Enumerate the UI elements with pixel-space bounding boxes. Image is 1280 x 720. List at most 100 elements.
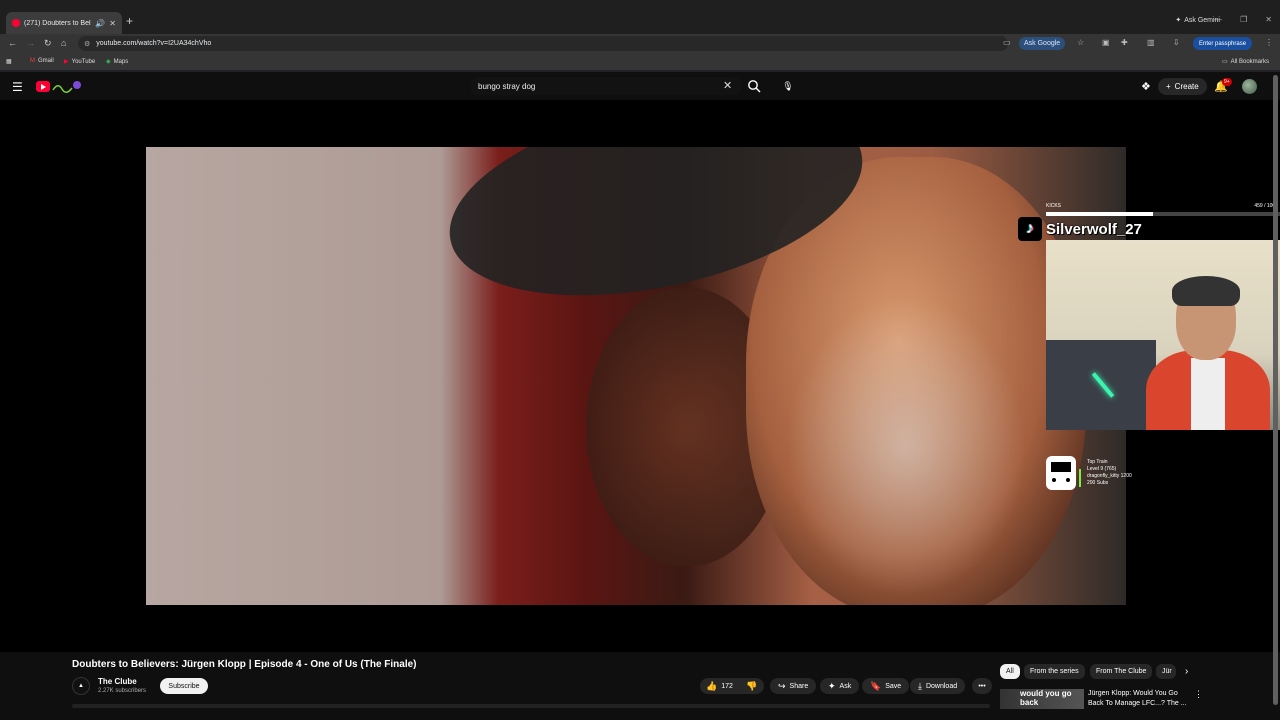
ask-google-label: Ask Google <box>1024 40 1061 47</box>
extension-icon[interactable]: ▣ <box>1102 38 1110 47</box>
chip-from-channel[interactable]: From The Clube <box>1090 664 1153 679</box>
tiktok-username: Silverwolf_27 <box>1046 220 1142 238</box>
download-label: Download <box>925 682 958 690</box>
close-window-icon[interactable]: ✕ <box>1265 15 1272 24</box>
tab-title: (271) Doubters to Believers: <box>24 19 91 27</box>
gemini-icon: ✦ <box>1175 17 1182 24</box>
browser-menu-icon[interactable]: ⋮ <box>1265 38 1273 47</box>
hype-train: Top Train Level 9 (765) dragonfly_kitty … <box>1046 456 1132 490</box>
maps-icon: ◆ <box>106 59 111 65</box>
chip-partial[interactable]: Jür <box>1156 664 1176 679</box>
train-line: 200 Subs <box>1087 480 1109 486</box>
forward-icon[interactable]: → <box>26 38 35 48</box>
all-bookmarks-label: All Bookmarks <box>1230 58 1270 65</box>
download-button[interactable]: ⤓ Download <box>910 678 966 694</box>
subscriber-count: 2.27K subscribers <box>98 688 147 694</box>
train-line: dragonfly_kitty 1200 <box>1087 473 1132 479</box>
youtube-play-icon <box>36 81 50 92</box>
create-label: Create <box>1174 82 1199 91</box>
sparkle-icon: ✦ <box>828 680 836 691</box>
save-button[interactable]: 🔖 Save <box>862 678 910 694</box>
all-bookmarks[interactable]: ▭ All Bookmarks <box>1222 58 1270 66</box>
cast-icon[interactable]: ▭ <box>1003 38 1011 47</box>
tab-close-icon[interactable]: ✕ <box>109 19 116 28</box>
puzzle-icon[interactable]: ✚ <box>1121 38 1128 47</box>
passphrase-button[interactable]: Enter passphrase <box>1193 37 1253 50</box>
search-input[interactable]: bungo stray dog <box>470 77 742 95</box>
recommendation-thumbnail[interactable]: would you go back <box>1000 689 1084 709</box>
bookmark-icon: 🔖 <box>870 680 882 691</box>
bookmark-youtube[interactable]: ▶ YouTube <box>64 58 96 66</box>
train-icon <box>1046 456 1076 490</box>
create-button[interactable]: + Create <box>1158 78 1207 95</box>
video-background-text <box>166 297 182 387</box>
speaker-icon[interactable]: 🔊 <box>95 19 105 28</box>
bookmark-label: YouTube <box>71 58 96 65</box>
chevron-right-icon[interactable]: › <box>1185 666 1188 677</box>
more-actions-button[interactable]: ••• <box>972 678 992 694</box>
bookmark-gmail[interactable]: M Gmail <box>30 58 54 64</box>
tab-strip <box>0 0 1280 34</box>
channel-name[interactable]: The Clube <box>98 677 137 686</box>
bookmark-label: Maps <box>113 58 129 65</box>
new-tab-button[interactable]: + <box>126 14 133 28</box>
streamer-webcam <box>1046 240 1280 430</box>
webcam-streamer <box>1146 276 1270 430</box>
bookmark-maps[interactable]: ◆ Maps <box>106 58 129 66</box>
streamer-headphones <box>1172 276 1240 306</box>
kicks-label: KICKS <box>1046 203 1062 209</box>
omnibox[interactable]: ⚙ youtube.com/watch?v=I2UA34chVho <box>78 36 1008 51</box>
url-text: youtube.com/watch?v=I2UA34chVho <box>96 40 212 47</box>
recommendation-title[interactable]: Jürgen Klopp: Would You Go Back To Manag… <box>1088 689 1188 709</box>
doodle-logo-icon <box>52 81 81 93</box>
sidepanel-icon[interactable]: ▥ <box>1147 38 1155 47</box>
ask-button[interactable]: ✦ Ask <box>820 678 860 694</box>
train-info: Top Train Level 9 (765) dragonfly_kitty … <box>1087 459 1132 487</box>
account-avatar[interactable] <box>1242 79 1257 94</box>
home-icon[interactable]: ⌂ <box>61 38 66 48</box>
ask-google-button[interactable]: Ask Google <box>1019 37 1066 50</box>
notification-badge: 9+ <box>1222 78 1232 86</box>
back-icon[interactable]: ← <box>8 38 17 48</box>
page-scrollbar[interactable] <box>1273 75 1278 715</box>
ask-label: Ask <box>839 682 852 690</box>
reload-icon[interactable]: ↻ <box>44 38 52 49</box>
video-player[interactable] <box>146 147 1126 605</box>
bookmarks-bar: ▦ M Gmail ▶ YouTube ◆ Maps ▭ All Bookmarks <box>0 54 1280 70</box>
gift-icon[interactable]: ❖ <box>1141 80 1151 93</box>
kicks-value: 459 <box>1254 203 1263 209</box>
folder-icon: ▭ <box>1222 59 1228 65</box>
chip-all[interactable]: All <box>1000 664 1020 679</box>
youtube-favicon-icon <box>12 19 20 27</box>
bookmark-star-icon[interactable]: ☆ <box>1077 38 1084 47</box>
more-icon: ••• <box>978 682 986 690</box>
clear-search-icon[interactable]: ✕ <box>723 79 732 92</box>
voice-search-icon[interactable]: 🎙 <box>780 78 796 94</box>
chip-from-series[interactable]: From the series <box>1024 664 1085 679</box>
bookmark-label: Gmail <box>38 58 54 64</box>
like-button[interactable]: 👍 172 <box>700 678 740 694</box>
minimize-icon[interactable]: — <box>1214 15 1222 24</box>
save-label: Save <box>885 682 902 690</box>
browser-tab[interactable]: (271) Doubters to Believers: 🔊 ✕ <box>6 12 122 34</box>
recommendation-menu-icon[interactable]: ⋮ <box>1194 689 1203 700</box>
scrollbar-thumb[interactable] <box>1273 75 1278 705</box>
apps-grid-icon[interactable]: ▦ <box>6 58 12 65</box>
dislike-button[interactable]: 👎 <box>740 678 764 694</box>
youtube-logo[interactable] <box>36 80 82 93</box>
share-button[interactable]: ↪ Share <box>770 678 817 694</box>
subscribe-button[interactable]: Subscribe <box>160 678 208 694</box>
thumbs-down-icon: 👎 <box>746 680 758 691</box>
tiktok-username-overlay: ♪ Silverwolf_27 <box>1018 216 1142 242</box>
channel-avatar[interactable]: ▲ <box>72 677 90 695</box>
streamer-shirt <box>1191 358 1225 430</box>
thumbs-up-icon: 👍 <box>706 680 718 691</box>
menu-icon[interactable]: ☰ <box>12 80 23 94</box>
download-icon[interactable]: ⇩ <box>1173 38 1180 47</box>
site-info-icon[interactable]: ⚙ <box>84 40 90 48</box>
search-icon[interactable] <box>747 79 761 93</box>
maximize-icon[interactable]: ❐ <box>1240 15 1247 24</box>
video-title: Doubters to Believers: Jürgen Klopp | Ep… <box>72 659 417 670</box>
window-controls: — ❐ ✕ <box>1214 15 1272 24</box>
download-arrow-icon: ⤓ <box>918 680 922 691</box>
